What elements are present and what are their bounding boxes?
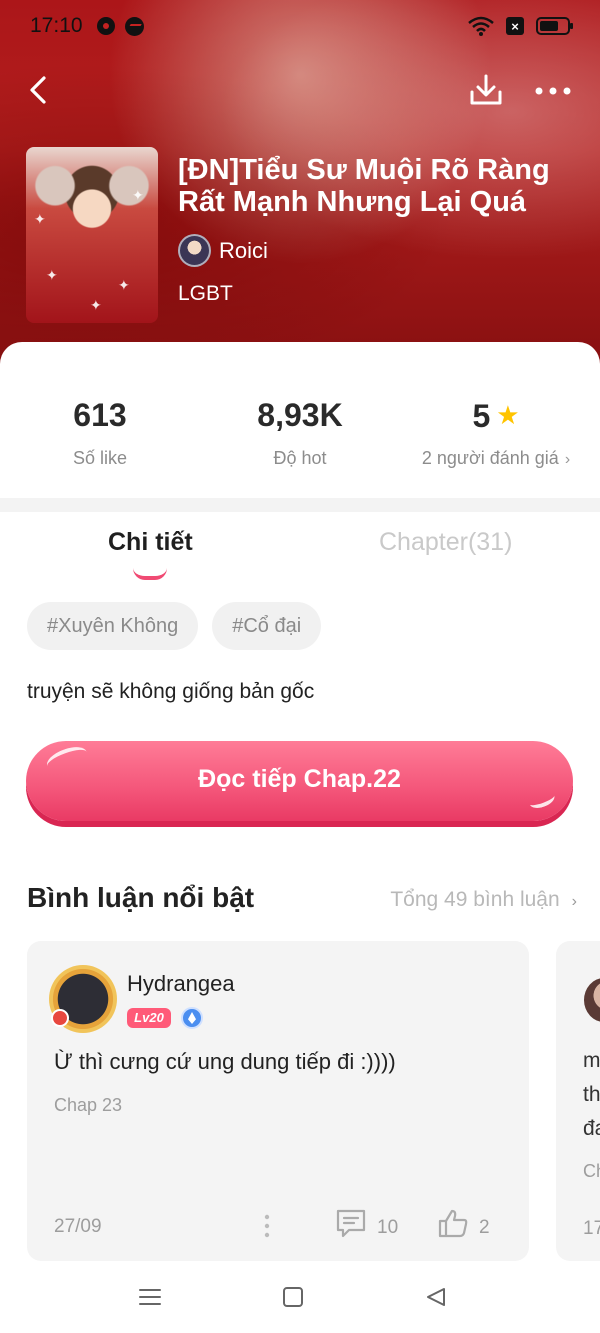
commenter-avatar[interactable]	[49, 965, 117, 1033]
rating-label: 2 người đánh giá	[421, 448, 559, 468]
peek-text-line: th	[583, 1083, 600, 1106]
sparkle-icon: ✦	[90, 297, 102, 313]
tag-chip[interactable]: #Cổ đại	[212, 602, 322, 650]
continue-reading-button[interactable]: Đọc tiếp Chap.22	[26, 741, 573, 821]
rating-value-row: 5 ★	[396, 392, 596, 438]
download-icon[interactable]	[466, 70, 506, 110]
commenter-avatar	[584, 978, 600, 1022]
more-icon[interactable]	[530, 73, 576, 109]
tab-bar: Chi tiết Chapter(31)	[0, 528, 600, 580]
top-navigation	[0, 65, 600, 115]
status-time: 17:10	[30, 14, 83, 37]
battery-level	[540, 21, 559, 31]
star-icon: ★	[496, 400, 520, 430]
diamond-badge-icon	[181, 1007, 203, 1029]
peek-date: 17	[583, 1218, 600, 1239]
tag-list: #Xuyên Không #Cổ đại	[27, 602, 322, 650]
stat-rating[interactable]: 5 ★ 2 người đánh giá ›	[396, 392, 596, 469]
cover-image[interactable]: ✦ ✦ ✦ ✦ ✦	[26, 147, 158, 323]
author-row[interactable]: Roici	[178, 234, 268, 267]
total-comments: Tổng 49 bình luận	[390, 888, 560, 911]
sparkle-icon: ✦	[118, 277, 130, 293]
tab-indicator	[133, 568, 167, 580]
all-comments-link[interactable]: Tổng 49 bình luận ›	[390, 888, 577, 912]
gear-icon	[96, 17, 115, 35]
hot-label: Độ hot	[273, 448, 327, 468]
author-avatar	[178, 234, 211, 267]
reply-count: 10	[377, 1217, 399, 1238]
level-badge: Lv20	[127, 1008, 171, 1028]
stat-hot: 8,93K Độ hot	[200, 392, 400, 469]
more-vertical-icon[interactable]	[262, 1213, 272, 1239]
hot-value: 8,93K	[257, 397, 343, 433]
commenter-name[interactable]: Hydrangea	[127, 971, 235, 997]
detail-sheet: 613 Số like 8,93K Độ hot 5 ★ 2 người đánh…	[0, 342, 600, 1333]
comment-card-peek[interactable]: m th đa Ch 17	[556, 941, 600, 1261]
story-description: truyện sẽ không giống bản gốc	[27, 680, 315, 703]
comment-card[interactable]: Hydrangea Lv20 Ừ thì cưng cứ ung dung ti…	[27, 941, 529, 1261]
stats-row: 613 Số like 8,93K Độ hot 5 ★ 2 người đánh…	[0, 392, 600, 502]
system-nav-bar	[0, 1261, 600, 1333]
battery-icon	[536, 17, 573, 35]
sparkle-icon: ✦	[34, 211, 46, 227]
rating-value: 5	[472, 398, 491, 434]
likes-label: Số like	[72, 448, 128, 468]
status-left-icons	[96, 16, 144, 36]
comment-text: Ừ thì cưng cứ ung dung tiếp đi :))))	[54, 1049, 396, 1074]
like-count: 2	[479, 1217, 490, 1238]
reply-icon[interactable]	[335, 1207, 367, 1239]
thumbs-up-icon[interactable]	[437, 1207, 469, 1239]
tab-chapters[interactable]: Chapter(31)	[379, 528, 512, 557]
comments-header: Bình luận nổi bật Tổng 49 bình luận ›	[27, 882, 577, 918]
wifi-icon	[468, 16, 494, 36]
chevron-right-icon: ›	[564, 451, 571, 468]
peek-text-line: m	[583, 1049, 600, 1072]
story-title: [ĐN]Tiểu Sư Muội Rõ Ràng Rất Mạnh Nhưng …	[178, 154, 550, 218]
author-name: Roici	[219, 237, 268, 263]
comment-chapter: Chap 23	[54, 1095, 123, 1115]
sim-icon: ×	[506, 17, 524, 35]
messenger-icon	[124, 16, 144, 36]
status-bar: 17:10 ×	[0, 0, 600, 52]
comment-date: 27/09	[54, 1216, 102, 1237]
chevron-right-icon: ›	[571, 893, 577, 910]
status-right-icons: ×	[468, 16, 573, 36]
sparkle-icon: ✦	[132, 187, 144, 203]
likes-value: 613	[73, 397, 127, 433]
menu-icon[interactable]	[138, 1287, 162, 1307]
back-icon[interactable]	[20, 70, 56, 110]
genre-label: LGBT	[178, 282, 233, 305]
peek-text-line: đa	[583, 1117, 600, 1140]
sparkle-icon: ✦	[46, 267, 58, 283]
stat-likes: 613 Số like	[0, 392, 200, 469]
tab-details[interactable]: Chi tiết	[108, 528, 193, 557]
back-triangle-icon[interactable]	[425, 1286, 447, 1308]
tag-chip[interactable]: #Xuyên Không	[27, 602, 199, 650]
rating-label-row: 2 người đánh giá ›	[396, 448, 596, 469]
comments-title: Bình luận nổi bật	[27, 882, 255, 913]
section-divider	[0, 498, 600, 512]
home-icon[interactable]	[283, 1287, 303, 1307]
peek-chapter: Ch	[583, 1161, 600, 1181]
